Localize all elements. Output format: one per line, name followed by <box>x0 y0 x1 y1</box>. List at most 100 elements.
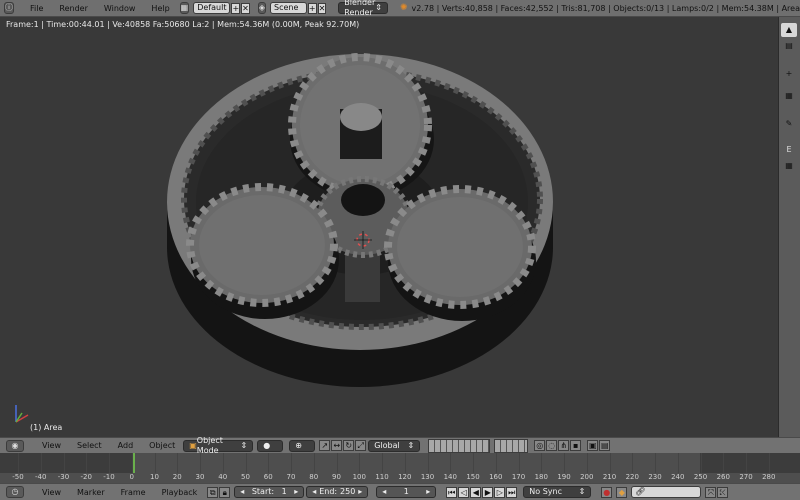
timeline-gridline <box>518 453 520 473</box>
render-animation-icon[interactable]: ▤ <box>599 440 611 451</box>
menu-view[interactable]: View <box>34 441 69 450</box>
start-frame-field[interactable]: ◂ Start: 1 ▸ <box>234 486 305 498</box>
3d-view-header: ◉ View Select Add Object ▣ Object Mode ⇕… <box>0 436 800 455</box>
jump-keyframe-prev-icon[interactable]: ◁ <box>458 486 470 498</box>
menu-help[interactable]: Help <box>143 4 177 13</box>
sync-dropdown[interactable]: No Sync ⇕ <box>523 486 592 498</box>
timeline-tick-label: 280 <box>762 473 776 481</box>
timeline-tick-label: 220 <box>625 473 639 481</box>
menu-object[interactable]: Object <box>141 441 183 450</box>
jump-keyframe-next-icon[interactable]: ▷ <box>494 486 506 498</box>
info-editor-icon[interactable]: ⓘ <box>4 2 14 14</box>
scroll-up-icon[interactable]: ▲ <box>781 23 797 37</box>
orientation-dropdown[interactable]: Global ⇕ <box>368 439 421 452</box>
rotate-icon[interactable]: ↻ <box>343 440 355 451</box>
keying-set-icon[interactable]: ◆ <box>616 486 628 498</box>
proportional-edit-icon[interactable]: ◌ <box>546 440 558 451</box>
timeline-tick-label: -30 <box>57 473 70 481</box>
remove-layout-button[interactable]: ✕ <box>241 2 250 14</box>
menu-render[interactable]: Render <box>51 4 95 13</box>
plus-icon[interactable]: + <box>781 67 797 81</box>
chevron-updown-icon: ⇕ <box>240 440 248 450</box>
manipulator-toggle[interactable]: ↗ <box>319 440 331 451</box>
timeline-gridline <box>632 453 634 473</box>
screen-layout-field[interactable]: Default <box>193 2 231 14</box>
menu-select[interactable]: Select <box>69 441 110 450</box>
eyedropper-icon[interactable]: ✎ <box>781 117 797 131</box>
current-frame-field[interactable]: ◂ 1 ▸ <box>376 486 437 498</box>
menu-window[interactable]: Window <box>96 4 144 13</box>
menu-frame[interactable]: Frame <box>113 488 154 497</box>
record-icon[interactable]: ● <box>601 486 613 498</box>
shading-dropdown[interactable]: ● <box>257 439 284 452</box>
snap-icon[interactable]: ⋔ <box>558 440 570 451</box>
jump-start-icon[interactable]: ⏮ <box>446 486 458 498</box>
frame-range-inactive-end <box>700 453 800 473</box>
end-frame-field[interactable]: ◂ End: 250 ▸ <box>306 486 369 498</box>
timeline-gridline <box>700 453 702 473</box>
lock-time-icon[interactable]: 🔒︎ <box>219 486 231 498</box>
menu-playback[interactable]: Playback <box>154 488 206 497</box>
editor-type-icon[interactable]: ◉ <box>6 439 24 452</box>
timeline-gridline <box>427 453 429 473</box>
play-reverse-icon[interactable]: ◀ <box>470 486 482 498</box>
scale-icon[interactable]: ⤢ <box>355 440 367 451</box>
panel-toggle-icon[interactable]: ▤ <box>781 39 797 53</box>
current-frame-marker[interactable] <box>133 453 135 473</box>
menu-add[interactable]: Add <box>110 441 142 450</box>
timeline-gridline <box>336 453 338 473</box>
menu-file[interactable]: File <box>22 4 51 13</box>
timeline-area[interactable]: -50 -40 -30 -20 -10 0 10 20 30 40 50 60 70 80 90 100 110… <box>0 453 800 483</box>
timeline-gridline <box>586 453 588 473</box>
delete-keyframe-icon[interactable]: ⤪ <box>717 486 729 498</box>
screen-layout-icon[interactable]: ▦ <box>179 2 190 14</box>
start-frame-value: 1 <box>281 487 287 496</box>
outliner-icon[interactable]: ▦ <box>781 89 797 103</box>
timeline-tick-label: 120 <box>398 473 412 481</box>
translate-icon[interactable]: ↔ <box>331 440 343 451</box>
object-mode-cube-icon: ▣ <box>189 440 197 450</box>
timeline-editor-icon[interactable]: ◷ <box>6 486 24 498</box>
menu-marker[interactable]: Marker <box>69 488 113 497</box>
keying-set-field[interactable]: 🔗︎ <box>631 486 702 498</box>
jump-end-icon[interactable]: ⏭ <box>506 486 518 498</box>
scene-icon[interactable]: ◈ <box>257 2 267 14</box>
end-frame-label: End: <box>319 487 338 496</box>
timeline-tick-label: -40 <box>35 473 47 481</box>
timeline-tick-label: 50 <box>241 473 250 481</box>
add-scene-button[interactable]: + <box>307 2 317 14</box>
layer-buttons-2[interactable] <box>494 438 529 453</box>
timeline-tick-label: 100 <box>352 473 366 481</box>
timeline-tick-label: 150 <box>466 473 480 481</box>
render-engine-dropdown[interactable]: Blender Render ⇕ <box>338 0 388 17</box>
right-properties-strip[interactable]: ▲ ▤ + ▦ ✎ E ▦ <box>778 17 800 437</box>
timeline-tick-label: 130 <box>420 473 435 481</box>
timeline-tick-label: -20 <box>80 473 92 481</box>
render-opengl-icon[interactable]: ▣ <box>587 440 599 451</box>
play-icon[interactable]: ▶ <box>482 486 494 498</box>
timeline-gridline <box>154 453 156 473</box>
scene-field[interactable]: Scene <box>270 2 307 14</box>
timeline-gridline <box>222 453 224 473</box>
snap-target-icon[interactable]: ▪ <box>570 440 582 451</box>
use-preview-range-icon[interactable]: ⧉ <box>207 486 219 498</box>
grid-icon[interactable]: ▦ <box>781 159 797 173</box>
mode-dropdown[interactable]: ▣ Object Mode ⇕ <box>183 436 254 455</box>
timeline-tick-label: 40 <box>218 473 228 481</box>
menu-view-timeline[interactable]: View <box>34 488 69 497</box>
timeline-tick-label: 110 <box>375 473 389 481</box>
timeline-gridline <box>677 453 679 473</box>
3d-viewport[interactable]: Frame:1 | Time:00:44.01 | Ve:40858 Fa:50… <box>0 17 778 437</box>
frame-range-inactive <box>0 453 133 473</box>
lock-camera-icon[interactable]: ◎ <box>534 440 546 451</box>
chevron-updown-icon: ⇕ <box>375 3 382 12</box>
layer-buttons[interactable] <box>428 438 491 453</box>
pivot-dropdown[interactable]: ⊕ <box>289 439 316 452</box>
add-layout-button[interactable]: + <box>231 2 241 14</box>
timeline-gridline <box>404 453 406 473</box>
timeline-gridline <box>109 453 110 473</box>
timeline-tick-label: 0 <box>129 473 134 481</box>
insert-keyframe-icon[interactable]: ⤧ <box>705 486 717 498</box>
remove-scene-button[interactable]: ✕ <box>317 2 327 14</box>
timeline-gridline <box>746 453 747 473</box>
